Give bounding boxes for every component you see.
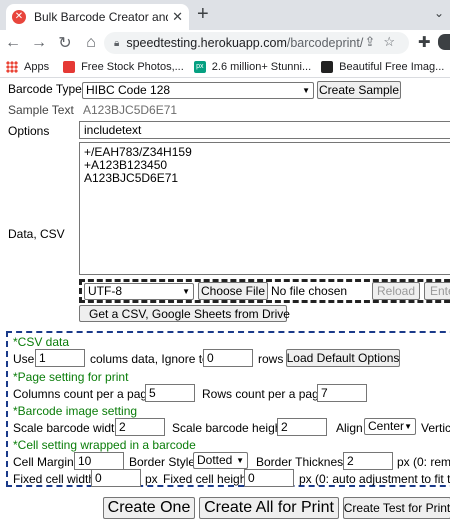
options-label: Options <box>8 124 50 138</box>
chevron-down-icon: ▼ <box>302 86 310 95</box>
columns-count-label: Columns count per a page <box>13 387 154 401</box>
google-drive-button[interactable]: Get a CSV, Google Sheets from Drive <box>79 305 290 322</box>
scale-width-input[interactable]: 2 <box>115 418 165 436</box>
use-columns-input[interactable]: 1 <box>35 349 85 367</box>
bookmark-free-stock[interactable]: Free Stock Photos,... <box>63 60 184 73</box>
bookmarks-bar: Apps Free Stock Photos,... px 2.6 million… <box>0 56 450 78</box>
columns-count-input[interactable]: 5 <box>145 384 195 402</box>
scale-height-input[interactable]: 2 <box>277 418 327 436</box>
close-tab-icon[interactable]: ✕ <box>172 9 183 25</box>
pexels-icon: px <box>193 60 206 73</box>
data-line: A123BJC5D6E71 <box>84 171 179 185</box>
chevron-down-icon: ▼ <box>404 422 412 431</box>
align-label: Align <box>336 421 363 435</box>
rows-count-input[interactable]: 7 <box>317 384 367 402</box>
fixed-width-label: Fixed cell width <box>13 472 96 486</box>
create-test-for-print-button[interactable]: Create Test for Print <box>343 497 450 519</box>
vertical-label: Vertica <box>421 421 450 435</box>
data-csv-label: Data, CSV <box>8 227 65 241</box>
data-textarea[interactable]: +/EAH783/Z34H159 +A123B123450 A123BJC5D6… <box>79 142 450 275</box>
bookmark-favicon-icon <box>63 60 76 73</box>
share-bookmark-icons[interactable]: ⇪☆ <box>364 34 403 50</box>
choose-file-button[interactable]: Choose File <box>198 282 268 300</box>
fixed-height-label: Fixed cell height <box>163 472 250 486</box>
browser-toolbar: ← → ↻ ⌂ 🔒︎ speedtesting.herokuapp.com/ba… <box>0 30 450 56</box>
fixed-height-input[interactable]: 0 <box>244 469 294 487</box>
border-style-label: Border Style <box>129 455 196 469</box>
reload-button[interactable]: Reload <box>372 282 420 300</box>
barcode-image-title: *Barcode image setting <box>13 404 138 418</box>
options-input[interactable]: includetext <box>79 121 450 139</box>
lock-icon: 🔒︎ <box>114 37 120 49</box>
settings-panel: *CSV data Use 1 colums data, Ignore to 0… <box>6 331 450 487</box>
chevron-down-icon: ▼ <box>236 456 244 465</box>
new-tab-icon[interactable]: + <box>197 3 209 26</box>
cell-margin-label: Cell Margin <box>13 455 74 469</box>
sample-text-label: Sample Text <box>8 103 74 117</box>
apps-grid-icon <box>6 60 18 73</box>
address-bar[interactable]: 🔒︎ speedtesting.herokuapp.com/barcodepri… <box>104 32 409 54</box>
create-sample-button[interactable]: Create Sample <box>317 81 401 99</box>
create-one-button[interactable]: Create One <box>103 497 195 519</box>
back-icon[interactable]: ← <box>0 34 26 52</box>
bookmark-beautiful[interactable]: Beautiful Free Imag... <box>321 60 444 73</box>
chevron-down-icon: ▼ <box>182 287 190 296</box>
home-icon[interactable]: ⌂ <box>78 34 104 52</box>
border-thickness-input[interactable]: 2 <box>343 452 393 470</box>
url-path: /barcodeprint/ <box>286 36 364 50</box>
load-default-options-button[interactable]: Load Default Options <box>286 349 400 367</box>
chevron-down-icon[interactable]: ⌄ <box>434 6 444 20</box>
px-auto-label: px (0: auto adjustment to fit the <box>299 472 450 486</box>
rows-count-label: Rows count per a page <box>202 387 326 401</box>
bookmark-stunning[interactable]: px 2.6 million+ Stunni... <box>193 60 311 73</box>
px-remove-label: px (0: remo <box>397 455 450 469</box>
page-content: Barcode Type HIBC Code 128 ▼ Create Sampl… <box>0 79 450 522</box>
forward-icon[interactable]: → <box>26 34 52 52</box>
barcode-favicon-icon: ✕ <box>12 10 26 24</box>
csv-data-title: *CSV data <box>13 335 70 349</box>
barcode-type-select[interactable]: HIBC Code 128 ▼ <box>82 82 314 99</box>
scale-height-label: Scale barcode height <box>172 421 285 435</box>
align-select[interactable]: Center ▼ <box>364 418 416 435</box>
px-label: px <box>145 472 158 486</box>
extensions-icon[interactable]: ✚ <box>418 33 431 51</box>
ignore-rows-input[interactable]: 0 <box>203 349 253 367</box>
tab-strip: ✕ Bulk Barcode Creator and Print ✕ + ⌄ <box>0 0 450 30</box>
create-all-for-print-button[interactable]: Create All for Print <box>199 497 339 519</box>
rows-label: rows <box>258 352 284 366</box>
scale-width-label: Scale barcode width <box>13 421 122 435</box>
file-drop-zone[interactable]: UTF-8 ▼ Choose File No file chosen Reload… <box>79 279 450 303</box>
browser-tab[interactable]: ✕ Bulk Barcode Creator and Print ✕ <box>6 4 189 30</box>
bookmark-apps[interactable]: Apps <box>6 60 49 73</box>
cell-setting-title: *Cell setting wrapped in a barcode <box>13 438 196 452</box>
sample-text-field: A123BJC5D6E71 <box>79 101 279 119</box>
columns-data-label: colums data, Ignore to <box>90 352 209 366</box>
tab-title: Bulk Barcode Creator and Print <box>34 10 168 24</box>
page-setting-title: *Page setting for print <box>13 370 129 384</box>
no-file-text: No file chosen <box>271 284 348 298</box>
border-style-select[interactable]: Dotted ▼ <box>193 452 248 469</box>
cell-margin-input[interactable]: 10 <box>74 452 124 470</box>
url-host: speedtesting.herokuapp.com <box>126 36 287 50</box>
encoding-select[interactable]: UTF-8 ▼ <box>84 283 194 300</box>
use-label: Use <box>13 352 35 366</box>
enter-button[interactable]: Ente <box>424 282 450 300</box>
reload-icon[interactable]: ↻ <box>52 33 78 53</box>
profile-avatar[interactable] <box>438 34 450 50</box>
unsplash-icon <box>321 60 334 73</box>
fixed-width-input[interactable]: 0 <box>91 469 141 487</box>
border-thickness-label: Border Thickness <box>256 455 350 469</box>
barcode-type-label: Barcode Type <box>8 82 82 96</box>
